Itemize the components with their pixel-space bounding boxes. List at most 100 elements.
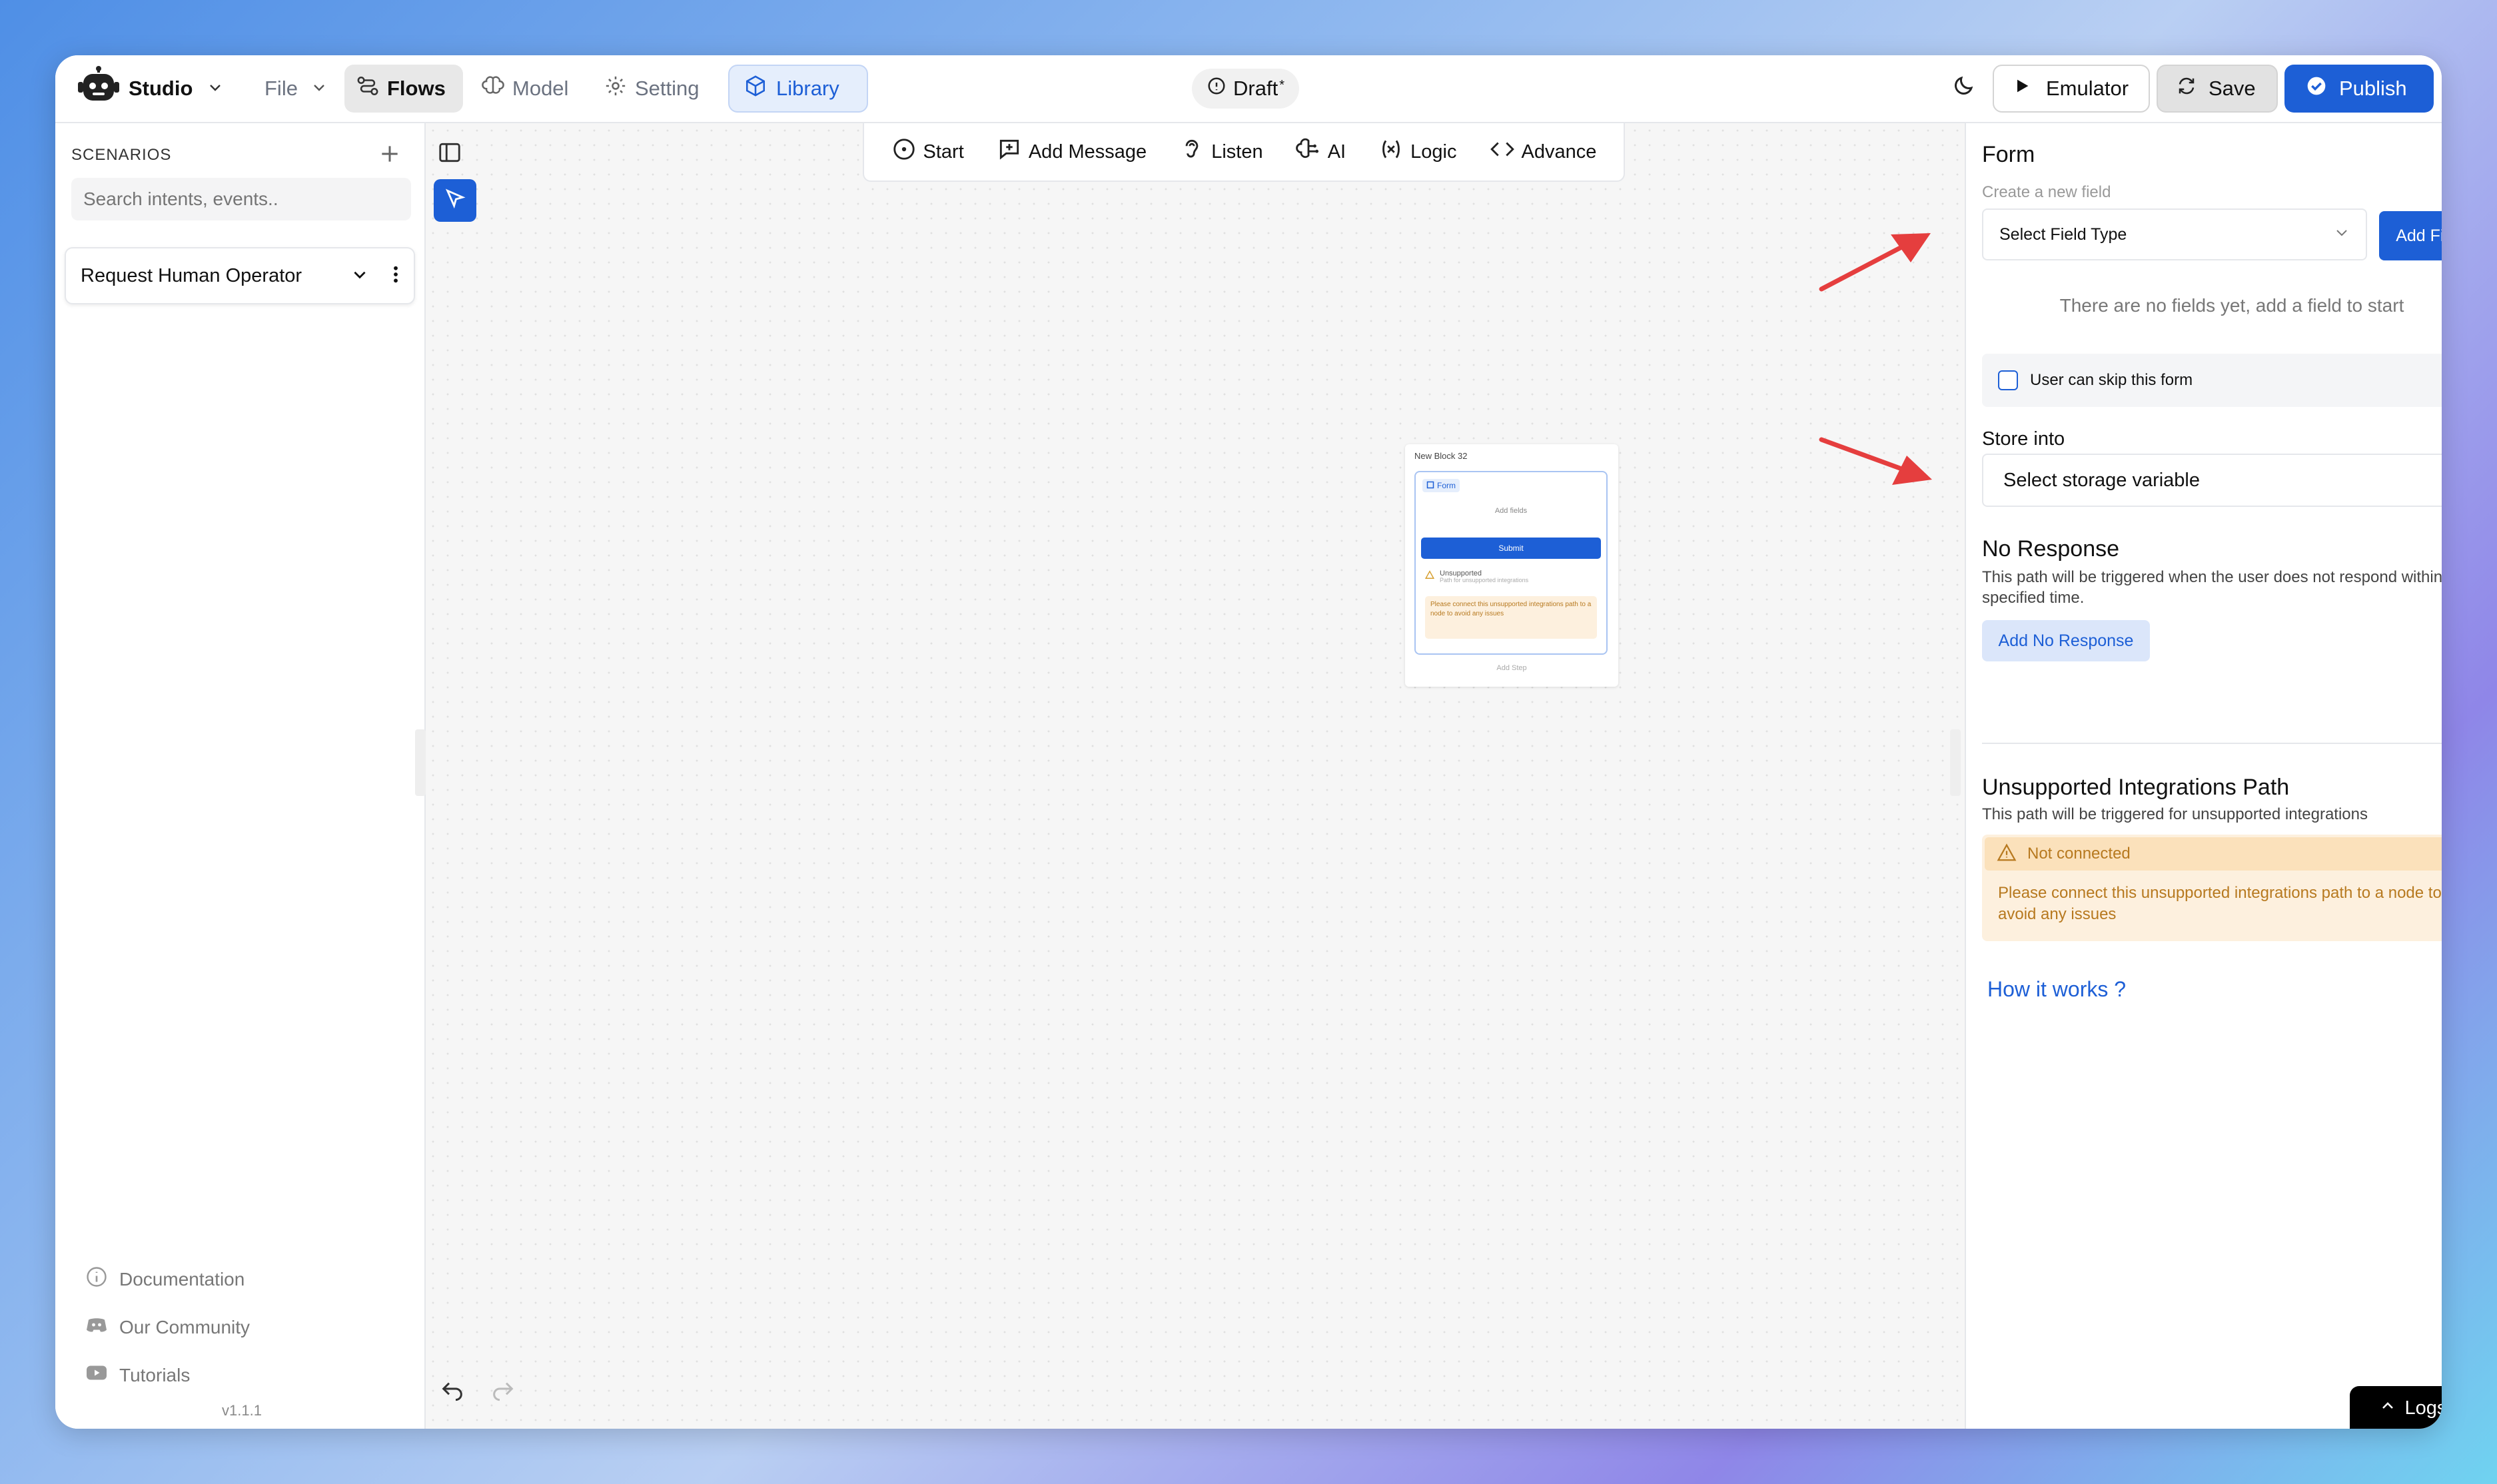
emulator-button[interactable]: Emulator (1993, 65, 2150, 113)
publish-button[interactable]: Publish (2284, 65, 2434, 113)
setting-label: Setting (635, 77, 700, 100)
canvas-toolbar: Start Add Message Listen AI Logic Advanc… (863, 123, 1625, 182)
section-title: SCENARIOS (71, 146, 172, 164)
draft-status-badge[interactable]: Draft * (1192, 69, 1299, 109)
code-icon (1490, 137, 1515, 167)
logs-button[interactable]: Logs (2350, 1386, 2442, 1429)
top-bar: Studio File Flows Model Setting Library … (55, 55, 2442, 123)
annotation-arrow-2 (1819, 437, 1932, 485)
warning-icon (1997, 843, 2017, 866)
brain-icon (482, 75, 504, 103)
info-circle-icon (1207, 76, 1227, 101)
brain-circuit-icon (1295, 137, 1321, 167)
redo-button[interactable] (490, 1375, 516, 1405)
add-message-label: Add Message (1028, 141, 1147, 163)
tutorials-link[interactable]: Tutorials (85, 1361, 190, 1389)
logs-label: Logs (2404, 1397, 2442, 1419)
listen-label: Listen (1211, 141, 1263, 163)
start-tool[interactable]: Start (891, 137, 964, 167)
documentation-label: Documentation (119, 1268, 245, 1290)
draft-label: Draft (1233, 77, 1278, 100)
listen-tool[interactable]: Listen (1179, 137, 1263, 167)
tab-library[interactable]: Library (728, 65, 868, 113)
documentation-link[interactable]: Documentation (85, 1265, 245, 1294)
field-type-value: Select Field Type (1999, 224, 2127, 244)
toggle-panel-button[interactable] (432, 137, 467, 171)
youtube-icon (85, 1361, 109, 1389)
create-field-label: Create a new field (1982, 183, 2111, 201)
form-tag: Form (1422, 479, 1460, 492)
studio-menu[interactable]: Studio (73, 65, 229, 113)
node-title: New Block 32 (1414, 451, 1468, 461)
theme-toggle-button[interactable] (1942, 65, 1985, 113)
add-message-tool[interactable]: Add Message (997, 137, 1147, 167)
model-label: Model (512, 77, 569, 100)
discord-icon (85, 1313, 109, 1341)
play-icon (2013, 77, 2031, 101)
storage-variable-value: Select storage variable (2003, 469, 2200, 491)
panel-left-icon (437, 140, 462, 169)
field-type-select[interactable]: Select Field Type (1982, 208, 2367, 260)
undo-button[interactable] (439, 1375, 466, 1405)
chevron-down-icon (2334, 224, 2350, 245)
add-step-button[interactable]: Add Step (1405, 664, 1618, 672)
cube-icon (744, 75, 767, 103)
flow-canvas[interactable]: Start Add Message Listen AI Logic Advanc… (426, 123, 1965, 1429)
community-label: Our Community (119, 1316, 250, 1337)
tutorials-label: Tutorials (119, 1364, 191, 1385)
save-button[interactable]: Save (2157, 65, 2278, 113)
more-vertical-icon[interactable] (392, 265, 399, 287)
select-tool-button[interactable] (434, 179, 476, 222)
tab-flows[interactable]: Flows (344, 65, 463, 113)
undo-icon (439, 1382, 466, 1405)
scenario-item[interactable]: Request Human Operator (65, 247, 415, 304)
add-no-response-label: Add No Response (1998, 631, 2134, 650)
save-label: Save (2209, 77, 2256, 100)
how-it-works-link[interactable]: How it works ? (1987, 977, 2126, 1002)
gear-icon (604, 75, 627, 103)
variable-icon (1378, 137, 1404, 167)
chevron-down-icon[interactable] (351, 266, 368, 286)
publish-label: Publish (2339, 77, 2407, 100)
sidebar-resize-handle[interactable] (415, 729, 426, 796)
unsupported-path-desc: This path will be triggered for unsuppor… (1982, 805, 2368, 823)
form-step[interactable]: Form Add fields Submit Unsupported Path … (1414, 471, 1608, 655)
skip-checkbox[interactable] (1998, 370, 2018, 390)
message-plus-icon (997, 137, 1022, 167)
search-input[interactable] (71, 178, 411, 220)
warning-icon (1424, 570, 1435, 583)
skip-label: User can skip this form (2030, 371, 2193, 389)
skip-form-option[interactable]: User can skip this form (1982, 354, 2442, 407)
properties-panel: Form Create a new field Select Field Typ… (1965, 123, 2442, 1429)
add-field-button[interactable]: Add Field (2379, 211, 2442, 260)
node-submit-button[interactable]: Submit (1421, 538, 1601, 559)
flow-node[interactable]: New Block 32 Form Add fields Submit Unsu… (1405, 444, 1618, 687)
storage-variable-select[interactable]: Select storage variable (1982, 454, 2442, 507)
advance-tool[interactable]: Advance (1490, 137, 1596, 167)
ai-tool[interactable]: AI (1295, 137, 1346, 167)
flows-icon (356, 75, 379, 103)
divider (1982, 743, 2442, 744)
empty-fields-message: There are no fields yet, add a field to … (2059, 295, 2404, 316)
add-no-response-button[interactable]: Add No Response (1982, 620, 2150, 661)
scenarios-sidebar: SCENARIOS Request Human Operator Documen… (55, 123, 426, 1429)
file-menu[interactable]: File (255, 65, 336, 113)
add-field-label: Add Field (2396, 226, 2442, 245)
logic-tool[interactable]: Logic (1378, 137, 1456, 167)
scenario-label: Request Human Operator (81, 264, 302, 286)
chevron-down-icon (311, 77, 327, 101)
tab-setting[interactable]: Setting (595, 65, 709, 113)
unsupported-path-title: Unsupported Integrations Path (1982, 775, 2290, 800)
ear-icon (1179, 137, 1205, 167)
cursor-pointer-icon (444, 188, 466, 214)
not-connected-header: Not connected (1985, 837, 2442, 871)
emulator-label: Emulator (2046, 77, 2129, 100)
annotation-arrow-1 (1819, 233, 1931, 292)
chevron-up-icon (2380, 1397, 2396, 1419)
community-link[interactable]: Our Community (85, 1313, 250, 1341)
add-scenario-button[interactable] (376, 141, 403, 171)
panel-resize-handle[interactable] (1950, 729, 1961, 796)
tab-model[interactable]: Model (472, 65, 578, 113)
chevron-down-icon (207, 77, 223, 101)
robot-logo-icon (78, 66, 119, 111)
